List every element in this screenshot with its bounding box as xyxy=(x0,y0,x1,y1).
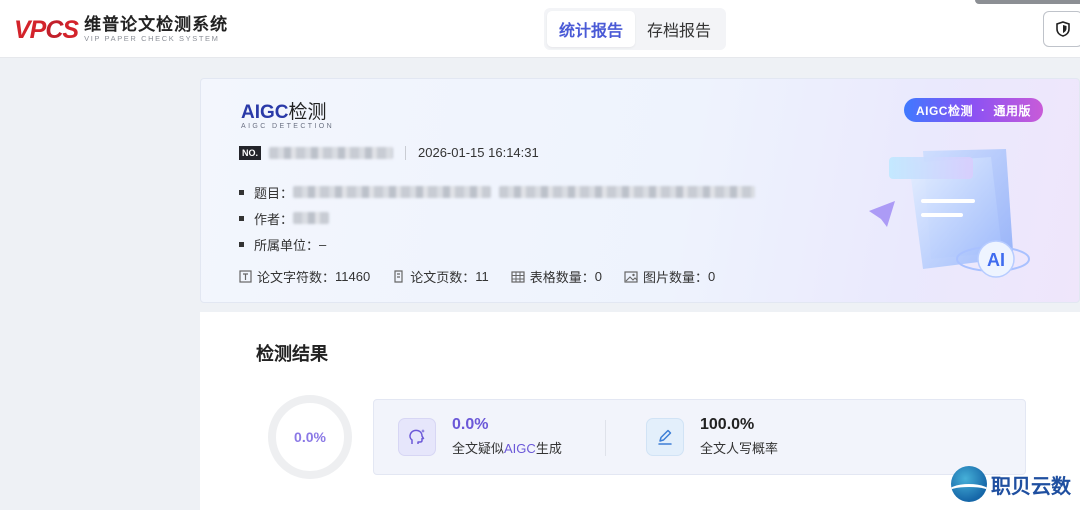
logo-title: 维普论文检测系统 xyxy=(84,15,229,34)
watermark-logo: 职贝云数 xyxy=(951,466,1071,502)
human-written-value: 100.0% xyxy=(700,416,755,433)
stat-page-count: 论文页数： 11 xyxy=(392,267,489,286)
globe-icon xyxy=(951,466,987,502)
detection-result-card: 检测结果 0.0% 0.0% 全文疑似AIGC生成 100.0% 全文人写概率 xyxy=(200,312,1080,510)
result-summary-panel: 0.0% 全文疑似AIGC生成 100.0% 全文人写概率 xyxy=(373,399,1026,475)
watermark-text: 职贝云数 xyxy=(991,475,1071,498)
page-count-icon xyxy=(394,270,403,283)
stat-table-count-label: 表格数量： xyxy=(529,270,595,285)
badge-edition: 通用版 xyxy=(993,103,1031,118)
human-written-result: 100.0% 全文人写概率 xyxy=(646,416,778,457)
paper-stats: 论文字符数： 11460 论文页数： 11 表格数量： 0 图片数量： 0 xyxy=(239,267,737,286)
aigc-detection-logo: AIGC检测 AIGC DETECTION xyxy=(241,97,334,130)
char-count-icon xyxy=(239,270,252,283)
badge-separator: · xyxy=(980,103,986,117)
logo-mark-c: C xyxy=(45,15,63,44)
result-title: 检测结果 xyxy=(256,344,328,364)
bullet xyxy=(239,215,244,221)
bullet xyxy=(239,189,244,195)
shield-icon xyxy=(1056,21,1070,37)
stat-image-count: 图片数量： 0 xyxy=(624,267,715,286)
meta-affiliation-label: 所属单位： xyxy=(254,237,320,253)
stat-char-count-value: 11460 xyxy=(335,269,371,284)
ai-document-illustration: AI xyxy=(869,149,1030,278)
logo-mark-b: S xyxy=(62,15,79,44)
aigc-label-highlight: AIGC xyxy=(504,441,536,456)
result-divider xyxy=(605,420,606,456)
aigc-ratio-ring: 0.0% xyxy=(268,395,352,479)
divider xyxy=(405,145,407,160)
vpcs-logo[interactable]: VPCS 维普论文检测系统 VIP PAPER CHECK SYSTEM xyxy=(14,14,228,46)
ai-head-icon xyxy=(409,428,425,444)
illustration-ai-label: AI xyxy=(987,250,1005,270)
redacted-title-part1 xyxy=(293,186,492,198)
ai-head-icon-box xyxy=(398,417,436,456)
pen-icon-box xyxy=(646,417,684,456)
tab-archive-report[interactable]: 存档报告 xyxy=(635,11,723,47)
redacted-title-part2 xyxy=(499,186,756,198)
version-badge: AIGC检测 · 通用版 xyxy=(903,98,1043,122)
stat-char-count: 论文字符数： 11460 xyxy=(239,267,370,286)
meta-affiliation: 所属单位： – xyxy=(239,231,755,257)
human-written-label: 全文人写概率 xyxy=(700,441,779,456)
badge-product: AIGC检测 xyxy=(915,103,973,118)
stat-page-count-label: 论文页数： xyxy=(410,270,476,285)
redacted-author xyxy=(293,212,330,224)
aigc-generated-label: 全文疑似AIGC生成 xyxy=(452,438,562,457)
stat-image-count-label: 图片数量： xyxy=(642,270,708,285)
stat-char-count-label: 论文字符数： xyxy=(257,270,336,285)
pen-icon xyxy=(658,429,672,445)
paper-info-card: AIGC检测 AIGC DETECTION AIGC检测 · 通用版 NO. 2… xyxy=(200,78,1080,303)
product-subtitle: AIGC DETECTION xyxy=(241,123,335,130)
meta-affiliation-value: – xyxy=(319,236,327,252)
logo-mark-a: VP xyxy=(14,15,46,44)
report-number-row: NO. 2026-01-15 16:14:31 xyxy=(239,145,539,160)
no-tag: NO. xyxy=(239,145,262,160)
logo-mark: VPCS xyxy=(14,15,79,45)
product-name-cn: 检测 xyxy=(288,102,327,123)
aigc-label-part1: 全文疑似 xyxy=(452,441,505,456)
top-header: VPCS 维普论文检测系统 VIP PAPER CHECK SYSTEM 统计报… xyxy=(0,0,1080,58)
logo-subtitle: VIP PAPER CHECK SYSTEM xyxy=(84,34,220,43)
shield-button[interactable] xyxy=(1043,11,1080,47)
report-date: 2026-01-15 16:14:31 xyxy=(418,145,539,160)
aigc-generated-value: 0.0% xyxy=(452,416,489,433)
stat-table-count: 表格数量： 0 xyxy=(511,267,602,286)
meta-author: 作者： xyxy=(239,205,755,231)
ring-value: 0.0% xyxy=(294,429,326,445)
report-tabs: 统计报告 存档报告 xyxy=(544,8,727,50)
image-icon xyxy=(624,270,638,283)
tab-statistics-report[interactable]: 统计报告 xyxy=(547,11,636,47)
meta-title: 题目： xyxy=(239,179,756,205)
product-name-latin: AIGC xyxy=(241,102,289,123)
stat-table-count-value: 0 xyxy=(594,269,602,284)
table-icon xyxy=(511,270,525,283)
stat-page-count-value: 11 xyxy=(475,269,489,284)
stat-image-count-value: 0 xyxy=(707,269,716,284)
aigc-label-part2: 生成 xyxy=(535,441,562,456)
paper-meta-list: 题目： 作者： 所属单位： – xyxy=(239,179,756,257)
meta-author-label: 作者： xyxy=(254,211,294,227)
meta-title-label: 题目： xyxy=(254,185,294,201)
bullet xyxy=(239,241,244,247)
window-edge xyxy=(975,0,1080,4)
redacted-report-number xyxy=(269,146,394,159)
aigc-generated-result: 0.0% 全文疑似AIGC生成 xyxy=(398,416,562,457)
